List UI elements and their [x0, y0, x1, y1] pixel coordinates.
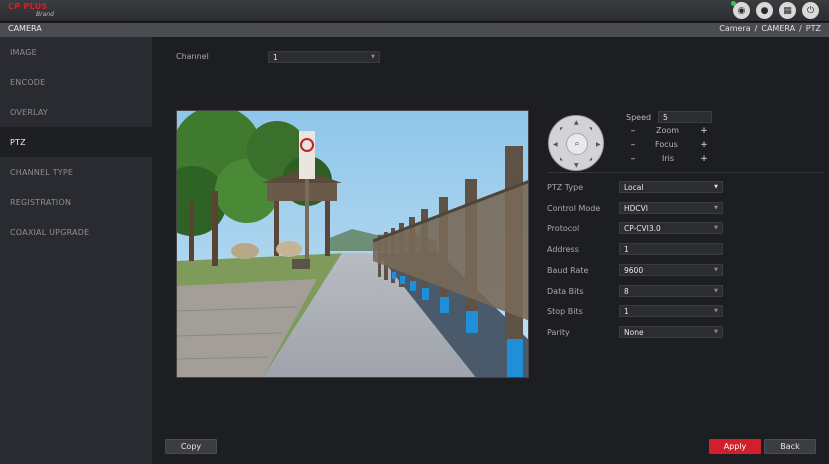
back-button[interactable]: Back — [764, 439, 816, 454]
stop-bits-label: Stop Bits — [547, 307, 583, 316]
chevron-down-icon: ▼ — [714, 225, 718, 231]
arrow-down-icon[interactable]: ▼ — [574, 162, 579, 169]
apply-button[interactable]: Apply — [709, 439, 761, 454]
iris-label: Iris — [662, 154, 675, 163]
address-value: 1 — [624, 244, 629, 254]
user-icon[interactable]: ● — [756, 2, 773, 19]
channel-label: Channel — [176, 52, 209, 61]
channel-value: 1 — [273, 52, 278, 62]
iris-minus-button[interactable]: – — [628, 154, 638, 164]
iris-plus-button[interactable]: + — [699, 154, 709, 164]
channel-select[interactable]: 1 ▼ — [268, 51, 380, 63]
stop-bits-value: 1 — [624, 306, 629, 316]
brand-logo: CP PLUS Brand — [8, 2, 68, 20]
baud-rate-label: Baud Rate — [547, 266, 589, 275]
chevron-down-icon: ▼ — [371, 54, 375, 60]
data-bits-label: Data Bits — [547, 287, 584, 296]
zoom-label: Zoom — [656, 126, 680, 135]
data-bits-select[interactable]: 8 ▼ — [619, 285, 723, 297]
divider — [548, 172, 824, 173]
chevron-down-icon: ▼ — [714, 308, 718, 314]
baud-rate-value: 9600 — [624, 265, 644, 275]
arrow-right-icon[interactable]: ▶ — [596, 141, 601, 148]
arrow-down-left-icon[interactable]: ◣ — [560, 156, 563, 161]
stop-bits-select[interactable]: 1 ▼ — [619, 305, 723, 317]
ptz-type-label: PTZ Type — [547, 183, 584, 192]
breadcrumb: Camera / CAMERA / PTZ — [719, 24, 821, 33]
ptz-type-value: Local — [624, 182, 644, 192]
zoom-plus-button[interactable]: + — [699, 126, 709, 136]
focus-label: Focus — [655, 140, 678, 149]
parity-label: Parity — [547, 328, 570, 337]
control-mode-select[interactable]: HDCVI ▼ — [619, 202, 723, 214]
ptz-direction-pad[interactable]: ▲ ▼ ◀ ▶ ◤ ◥ ◣ ◢ ⌕ — [548, 115, 604, 171]
breadcrumb-camera-section[interactable]: CAMERA — [761, 24, 795, 33]
sidebar-item-encode[interactable]: ENCODE — [0, 67, 152, 97]
eye-icon[interactable]: ◉ — [731, 1, 750, 19]
sidebar: IMAGE ENCODE OVERLAY PTZ CHANNEL TYPE RE… — [0, 37, 152, 464]
page-title: CAMERA — [8, 24, 42, 33]
power-icon[interactable]: ⏻ — [802, 2, 819, 19]
protocol-label: Protocol — [547, 224, 580, 233]
parity-value: None — [624, 327, 644, 337]
sidebar-item-registration[interactable]: REGISTRATION — [0, 187, 152, 217]
breadcrumb-ptz: PTZ — [805, 24, 821, 33]
sidebar-item-coaxial-upgrade[interactable]: COAXIAL UPGRADE — [0, 217, 152, 247]
focus-minus-button[interactable]: – — [628, 140, 638, 150]
address-label: Address — [547, 245, 579, 254]
main-panel: Channel 1 ▼ ▲ ▼ ◀ ▶ ◤ ◥ ◣ ◢ ⌕ Speed 5 – … — [152, 37, 829, 464]
park-scene-image — [177, 111, 528, 377]
brand-name: CP PLUS — [8, 2, 48, 11]
video-preview — [176, 110, 529, 378]
grid-icon[interactable]: ▦ — [779, 2, 796, 19]
sidebar-item-ptz[interactable]: PTZ — [0, 127, 152, 157]
protocol-select[interactable]: CP-CVI3.0 ▼ — [619, 222, 723, 234]
breadcrumb-separator: / — [799, 24, 802, 33]
speed-value: 5 — [663, 112, 668, 122]
chevron-down-icon: ▼ — [714, 329, 718, 335]
control-mode-value: HDCVI — [624, 203, 648, 213]
ptz-type-select[interactable]: Local ▼ — [619, 181, 723, 193]
top-bar: CP PLUS Brand ◉ ● ▦ ⏻ — [0, 0, 829, 22]
status-dot — [731, 1, 736, 6]
magnify-icon[interactable]: ⌕ — [566, 133, 588, 155]
protocol-value: CP-CVI3.0 — [624, 223, 661, 233]
data-bits-value: 8 — [624, 286, 629, 296]
address-input[interactable]: 1 — [619, 243, 723, 255]
focus-plus-button[interactable]: + — [699, 140, 709, 150]
sidebar-item-channel-type[interactable]: CHANNEL TYPE — [0, 157, 152, 187]
brand-tagline: Brand — [36, 11, 54, 18]
speed-label: Speed — [626, 113, 652, 122]
arrow-down-right-icon[interactable]: ◢ — [589, 156, 592, 161]
chevron-down-icon: ▼ — [714, 205, 718, 211]
chevron-down-icon: ▼ — [714, 267, 718, 273]
speed-input[interactable]: 5 — [658, 111, 712, 123]
chevron-down-icon: ▼ — [714, 288, 718, 294]
sidebar-item-image[interactable]: IMAGE — [0, 37, 152, 67]
arrow-up-icon[interactable]: ▲ — [574, 119, 579, 126]
arrow-left-icon[interactable]: ◀ — [553, 141, 558, 148]
control-mode-label: Control Mode — [547, 204, 601, 213]
zoom-minus-button[interactable]: – — [628, 126, 638, 136]
chevron-down-icon: ▼ — [714, 184, 718, 190]
arrow-up-left-icon[interactable]: ◤ — [560, 126, 563, 131]
baud-rate-select[interactable]: 9600 ▼ — [619, 264, 723, 276]
breadcrumb-separator: / — [754, 24, 758, 33]
parity-select[interactable]: None ▼ — [619, 326, 723, 338]
copy-button[interactable]: Copy — [165, 439, 217, 454]
page-header: CAMERA Camera / CAMERA / PTZ — [0, 23, 829, 37]
breadcrumb-camera[interactable]: Camera — [719, 24, 750, 33]
arrow-up-right-icon[interactable]: ◥ — [589, 126, 592, 131]
sidebar-item-overlay[interactable]: OVERLAY — [0, 97, 152, 127]
